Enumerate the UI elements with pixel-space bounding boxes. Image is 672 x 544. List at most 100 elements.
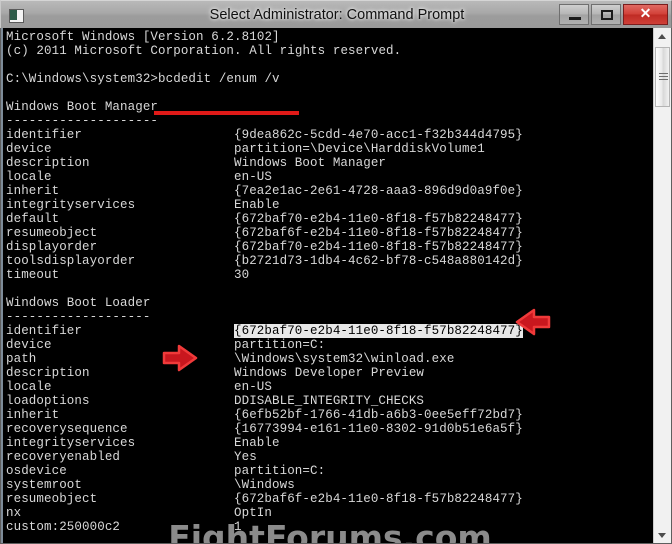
console-line-key: resumeobject [6, 226, 98, 240]
console-line-key: -------------------- [6, 114, 159, 128]
console-line-value: {9dea862c-5cdd-4e70-acc1-f32b344d4795} [234, 128, 523, 142]
console-line-value: partition=C: [234, 338, 326, 352]
chevron-up-icon [658, 34, 666, 39]
console-line-value: \Windows [234, 478, 295, 492]
console-line-key: osdevice [6, 464, 67, 478]
console-line-key: resumeobject [6, 492, 98, 506]
console-text: Microsoft Windows [Version 6.2.8102] (c) … [6, 30, 523, 544]
console-line-value: {672baf6f-e2b4-11e0-8f18-f57b82248477} [234, 226, 523, 240]
console-line: C:\Windows\system32>bcdedit /enum /v [6, 72, 401, 86]
scroll-down-button[interactable] [654, 527, 671, 544]
console-line: inherit {7ea2e1ac-2e61-4728-aaa3-896d9d0a… [6, 184, 523, 198]
console-line-value: {672baf70-e2b4-11e0-8f18-f57b82248477} [234, 240, 523, 254]
console-line: resumeobject {672baf6f-e2b4-11e0-8f18-f57… [6, 492, 523, 506]
console-line-key: device [6, 338, 52, 352]
console-line: inherit {6efb52bf-1766-41db-a6b3-0ee5eff7… [6, 408, 523, 422]
console-line-key: inherit [6, 184, 60, 198]
console-line-key: timeout [6, 268, 60, 282]
console-line: integrityservices Enable [6, 198, 401, 212]
console-line: osdevice partition=C: [6, 464, 401, 478]
close-icon: ✕ [639, 7, 652, 22]
console-line-value: Windows Developer Preview [234, 366, 425, 380]
console-line: device partition=C: [6, 338, 401, 352]
console-line-key: (c) 2011 Microsoft Corporation. All righ… [6, 44, 402, 58]
arrow-right-annotation [162, 343, 200, 373]
command-prompt-window: Select Administrator: Command Prompt ✕ M… [0, 0, 672, 544]
console-line: locale en-US [6, 170, 401, 184]
console-line: default {672baf70-e2b4-11e0-8f18-f57b8224… [6, 212, 523, 226]
console-line: Windows Boot Loader [6, 296, 401, 310]
console-line-value: partition=\Device\HarddiskVolume1 [234, 142, 485, 156]
chevron-down-icon [658, 533, 666, 538]
console-line-key: toolsdisplayorder [6, 254, 136, 268]
console-line-key: path [6, 352, 37, 366]
console-line-key: displayorder [6, 240, 98, 254]
console-line-key: description [6, 366, 90, 380]
minimize-button[interactable] [559, 4, 589, 25]
console-line-key: Windows Boot Loader [6, 296, 151, 310]
console-line: (c) 2011 Microsoft Corporation. All righ… [6, 44, 401, 58]
console-line-key: locale [6, 380, 52, 394]
console-line-value: Enable [234, 436, 280, 450]
console-line-key: ------------------- [6, 310, 151, 324]
console-line: toolsdisplayorder {b2721d73-1db4-4c62-bf7… [6, 254, 523, 268]
console-line-key: inherit [6, 408, 60, 422]
console-line-value: Windows Boot Manager [234, 156, 387, 170]
console-line-value: \Windows\system32\winload.exe [234, 352, 455, 366]
console-line-value: partition=C: [234, 464, 326, 478]
console-line-key: default [6, 212, 60, 226]
console-line-key: integrityservices [6, 198, 136, 212]
window-titlebar[interactable]: Select Administrator: Command Prompt ✕ [0, 0, 672, 28]
scroll-up-button[interactable] [654, 28, 671, 45]
command-prompt-icon[interactable] [9, 9, 24, 23]
console-line-value: {672baf70-e2b4-11e0-8f18-f57b82248477} [234, 212, 523, 226]
console-line: description Windows Boot Manager [6, 156, 401, 170]
console-line-key: device [6, 142, 52, 156]
console-line-key: Windows Boot Manager [6, 100, 159, 114]
console-line: device partition=\Device\HarddiskVolume1 [6, 142, 485, 156]
window-controls: ✕ [559, 4, 668, 26]
console-line-value: {b2721d73-1db4-4c62-bf78-c548a880142d} [234, 254, 523, 268]
console-line-value: Enable [234, 198, 280, 212]
console-line-key: systemroot [6, 478, 83, 492]
console-line-value: {7ea2e1ac-2e61-4728-aaa3-896d9d0a9f0e} [234, 184, 523, 198]
console-line: ------------------- [6, 310, 401, 324]
console-output-area[interactable]: Microsoft Windows [Version 6.2.8102] (c) … [1, 28, 653, 544]
console-line: locale en-US [6, 380, 401, 394]
grip-icon [659, 73, 668, 80]
site-watermark: EightForums.com [168, 518, 492, 544]
console-line: recoveryenabled Yes [6, 450, 401, 464]
console-line-key: description [6, 156, 90, 170]
console-line-value: {16773994-e161-11e0-8302-91d0b51e6a5f} [234, 422, 523, 436]
maximize-icon [601, 10, 613, 20]
console-line-key: locale [6, 170, 52, 184]
console-line: displayorder {672baf70-e2b4-11e0-8f18-f57… [6, 240, 523, 254]
console-line-value: en-US [234, 170, 273, 184]
console-line: recoverysequence {16773994-e161-11e0-8302… [6, 422, 523, 436]
console-line-value: en-US [234, 380, 273, 394]
console-line-value: {672baf6f-e2b4-11e0-8f18-f57b82248477} [234, 492, 523, 506]
console-line-key: identifier [6, 324, 83, 338]
console-line: integrityservices Enable [6, 436, 401, 450]
scrollbar-thumb[interactable] [655, 47, 670, 107]
console-line-key: Microsoft Windows [Version 6.2.8102] [6, 30, 280, 44]
console-line: -------------------- [6, 114, 401, 128]
console-line-key: integrityservices [6, 436, 136, 450]
console-line-key: loadoptions [6, 394, 90, 408]
console-line: resumeobject {672baf6f-e2b4-11e0-8f18-f57… [6, 226, 523, 240]
console-line-key: recoverysequence [6, 422, 128, 436]
console-line-value: {672baf70-e2b4-11e0-8f18-f57b82248477} [234, 324, 523, 338]
vertical-scrollbar[interactable] [653, 28, 671, 544]
console-line-value: DDISABLE_INTEGRITY_CHECKS [234, 394, 425, 408]
console-line-key: C:\Windows\system32>bcdedit /enum /v [6, 72, 280, 86]
console-line: loadoptions DDISABLE_INTEGRITY_CHECKS [6, 394, 424, 408]
maximize-button[interactable] [591, 4, 621, 25]
close-button[interactable]: ✕ [623, 4, 668, 25]
console-line-value: 30 [234, 268, 250, 282]
minimize-icon [569, 17, 581, 20]
console-line: identifier {9dea862c-5cdd-4e70-acc1-f32b3… [6, 128, 523, 142]
console-line: description Windows Developer Preview [6, 366, 424, 380]
